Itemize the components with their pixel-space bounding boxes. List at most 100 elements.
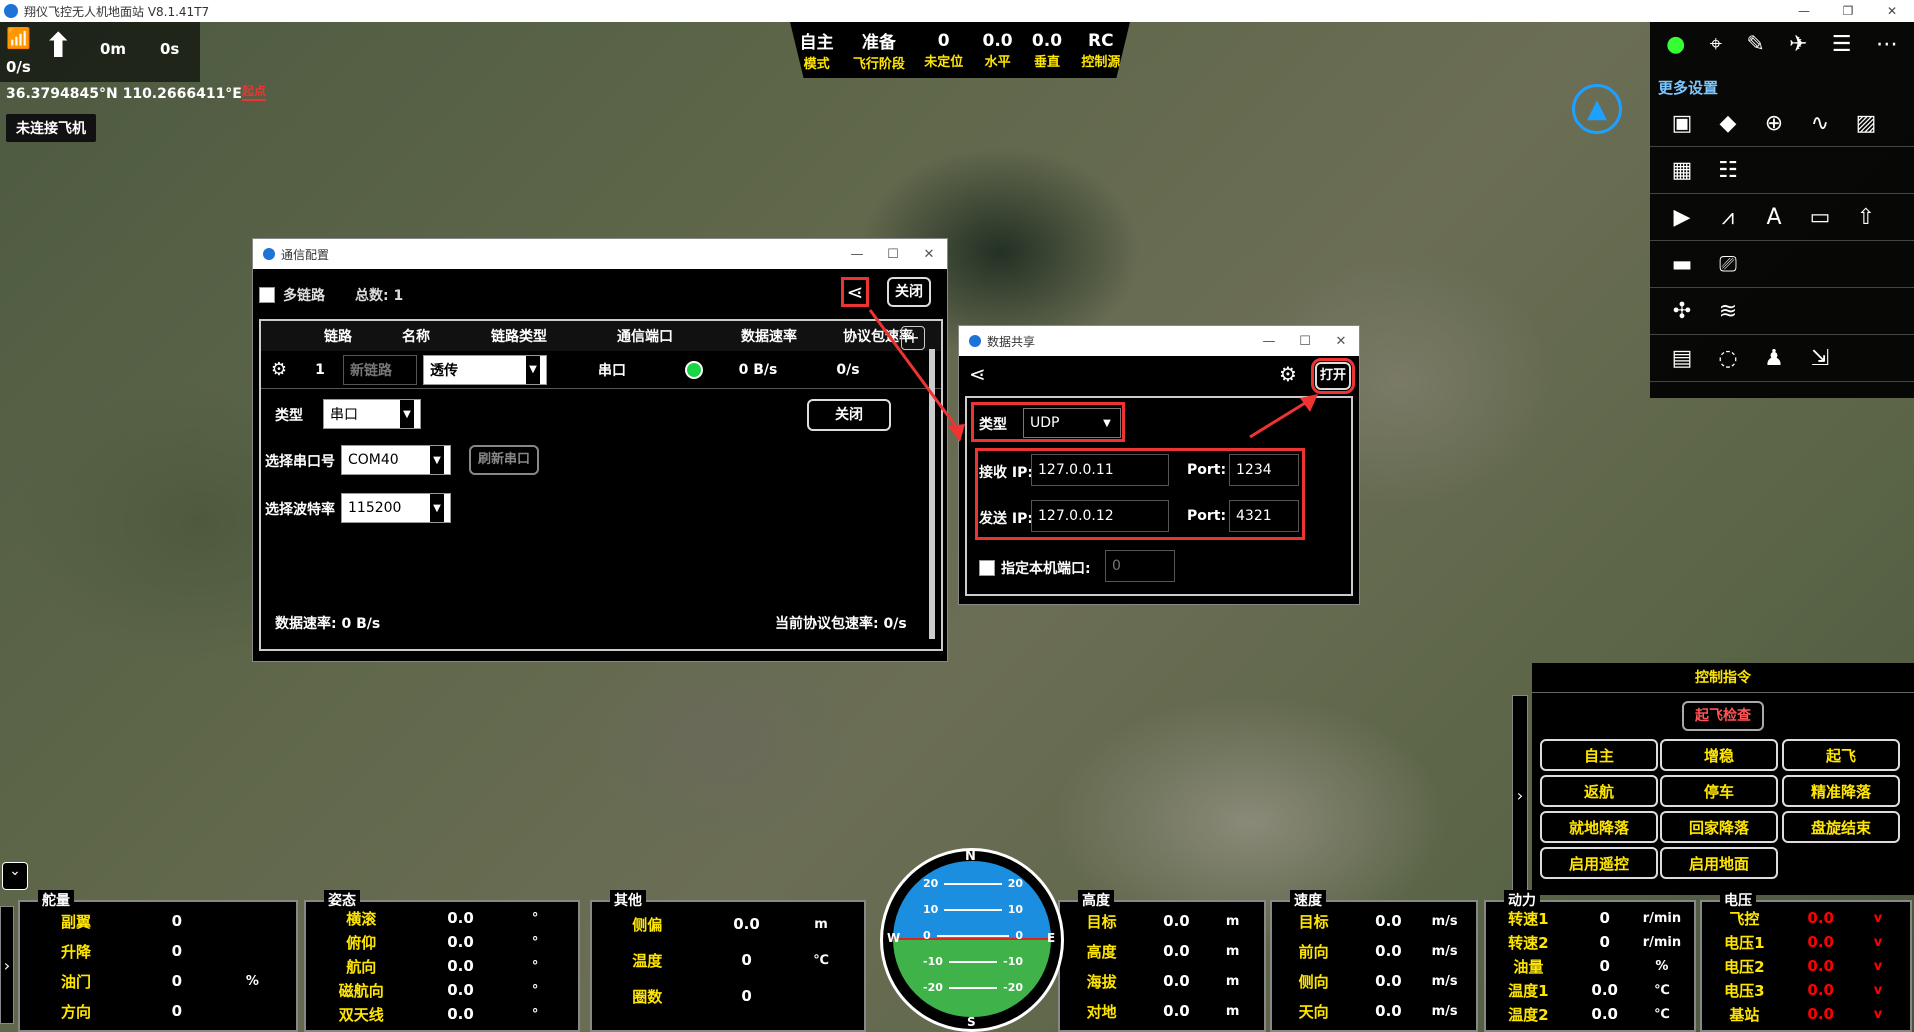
control-button[interactable]: 停车 xyxy=(1660,775,1778,807)
window-logo-icon xyxy=(263,248,275,260)
add-link-button[interactable]: + xyxy=(901,326,925,350)
panel-row: 侧偏 0.0 m xyxy=(592,906,864,942)
share-settings-icon[interactable]: ⚙ xyxy=(1279,362,1297,386)
multi-link-checkbox[interactable] xyxy=(259,287,275,303)
control-button[interactable]: 起飞 xyxy=(1782,739,1900,771)
upload-icon[interactable]: ⇧ xyxy=(1846,200,1886,234)
pitch-tick-label: 20 xyxy=(923,877,939,890)
chat-icon[interactable]: ◌ xyxy=(1708,341,1748,375)
control-button[interactable]: 自主 xyxy=(1540,739,1658,771)
row-key: 侧向 xyxy=(1298,972,1329,991)
row-unit: % xyxy=(245,973,259,989)
column-header: 数据速率 xyxy=(741,329,797,345)
local-port-checkbox[interactable] xyxy=(979,560,995,576)
list-icon[interactable]: ☷ xyxy=(1708,153,1748,187)
close-button[interactable]: ✕ xyxy=(1870,4,1914,18)
preflight-check-button[interactable]: 起飞检查 xyxy=(1682,701,1764,731)
chart-icon[interactable]: ⩘ xyxy=(1708,200,1748,234)
link-port: 串口 xyxy=(598,362,626,379)
link-settings-icon[interactable]: ⚙ xyxy=(261,359,297,380)
waveform-icon[interactable]: ∿ xyxy=(1800,106,1840,140)
more-settings-label[interactable]: 更多设置 xyxy=(1658,77,1718,98)
row-key: 航向 xyxy=(346,957,377,976)
crosshair-icon[interactable]: ⊕ xyxy=(1754,106,1794,140)
control-panel-toggle[interactable]: › xyxy=(1512,695,1528,895)
baud-select[interactable]: 115200 ▼ xyxy=(341,493,451,523)
multi-link-label: 多链路 xyxy=(283,288,325,304)
battery-icon[interactable]: ▬ xyxy=(1662,247,1702,281)
terminal-icon[interactable]: ⎚ xyxy=(1708,247,1748,281)
camera-icon[interactable]: ▣ xyxy=(1662,106,1702,140)
share-maximize-button[interactable]: ☐ xyxy=(1287,334,1323,349)
type-select[interactable]: 串口 ▼ xyxy=(323,399,421,429)
table-row[interactable]: ⚙ 1 新链路 透传 ▼ 串口 0 B/s 0/s xyxy=(261,351,941,389)
speed-readout: 0/s xyxy=(6,58,31,76)
share-button[interactable]: ⋖ xyxy=(841,277,869,307)
serial-port-select[interactable]: COM40 ▼ xyxy=(341,445,451,475)
row-value: 0.0 xyxy=(1163,942,1190,960)
more-icon[interactable]: ⋯ xyxy=(1876,32,1898,57)
drone-icon[interactable]: ✣ xyxy=(1662,294,1702,328)
comm-maximize-button[interactable]: ☐ xyxy=(875,247,911,262)
compass-icon[interactable]: ▲ xyxy=(1572,84,1622,134)
export-icon[interactable]: ⇲ xyxy=(1800,341,1840,375)
share-minimize-button[interactable]: — xyxy=(1251,334,1287,349)
share-close-x-button[interactable]: ✕ xyxy=(1323,334,1359,349)
row-value: 0.0 xyxy=(447,957,474,975)
monitor-icon[interactable]: ▭ xyxy=(1800,200,1840,234)
drone-map-icon[interactable]: ● xyxy=(1666,32,1685,57)
maximize-button[interactable]: ❐ xyxy=(1826,4,1870,18)
row-unit: v xyxy=(1873,982,1883,998)
gps-coordinates: 36.3794845°N 110.2666411°E xyxy=(6,86,242,102)
share-open-button[interactable]: 打开 xyxy=(1311,358,1355,394)
link-index: 1 xyxy=(315,361,325,378)
link-name-input[interactable]: 新链路 xyxy=(343,354,417,385)
row-value: 0.0 xyxy=(1807,1005,1834,1023)
control-button[interactable]: 精准降落 xyxy=(1782,775,1900,807)
control-button[interactable]: 增稳 xyxy=(1660,739,1778,771)
diamond-icon[interactable]: ◆ xyxy=(1708,106,1748,140)
scrollbar[interactable] xyxy=(929,349,935,639)
person-icon[interactable]: ♟ xyxy=(1754,341,1794,375)
plane-icon[interactable]: ✈ xyxy=(1789,32,1807,57)
comm-close-x-button[interactable]: ✕ xyxy=(911,247,947,262)
bottom-left-toggle[interactable]: › xyxy=(0,906,14,1024)
comm-minimize-button[interactable]: — xyxy=(839,247,875,262)
panel-row: 航向 0.0 ° xyxy=(306,954,578,978)
column-header: 名称 xyxy=(402,329,430,345)
play-icon[interactable]: ▶ xyxy=(1662,200,1702,234)
control-button[interactable]: 回家降落 xyxy=(1660,811,1778,843)
font-icon[interactable]: A xyxy=(1754,200,1794,234)
fc-icon[interactable]: ▨ xyxy=(1846,106,1886,140)
row-value: 0 xyxy=(1599,933,1610,951)
bottom-collapse-button[interactable]: ⌄ xyxy=(2,862,28,890)
row-unit: ° xyxy=(531,1006,539,1022)
data-rate-summary: 数据速率: 0 B/s xyxy=(275,616,381,632)
control-button[interactable]: 就地降落 xyxy=(1540,811,1658,843)
link-type-select[interactable]: 透传 ▼ xyxy=(423,354,547,385)
control-button[interactable]: 盘旋结束 xyxy=(1782,811,1900,843)
panel-row: 磁航向 0.0 ° xyxy=(306,978,578,1002)
window-icon[interactable]: ▤ xyxy=(1662,341,1702,375)
table-icon[interactable]: ▦ xyxy=(1662,153,1702,187)
control-button[interactable]: 启用地面 xyxy=(1660,847,1778,879)
control-button[interactable]: 启用遥控 xyxy=(1540,847,1658,879)
control-button[interactable]: 返航 xyxy=(1540,775,1658,807)
settings-slider-icon[interactable]: ☰ xyxy=(1832,32,1852,57)
comm-close-button[interactable]: 关闭 xyxy=(887,277,931,307)
home-marker[interactable]: 起点 xyxy=(242,82,267,101)
wireless-icon[interactable]: ≋ xyxy=(1708,294,1748,328)
local-port-input[interactable]: 0 xyxy=(1105,550,1175,582)
hud-top-left: 📶 0/s ⬆ 0m 0s xyxy=(0,22,200,82)
detail-close-button[interactable]: 关闭 xyxy=(807,399,891,431)
status-label: 垂直 xyxy=(1033,54,1060,70)
pen-icon[interactable]: ✎ xyxy=(1746,32,1764,57)
panel-title: 姿态 xyxy=(324,890,360,910)
panel-row: 副翼 0 xyxy=(20,906,296,936)
minimize-button[interactable]: — xyxy=(1782,4,1826,18)
flight-status-bar: 自主 模式 准备 飞行阶段 0 未定位 0.0 水平 0.0 垂直 RC 控制源 xyxy=(790,22,1130,78)
row-value: 0.0 xyxy=(1163,1002,1190,1020)
map-pin-icon[interactable]: ⌖ xyxy=(1710,32,1722,57)
refresh-serial-button[interactable]: 刷新串口 xyxy=(469,445,539,475)
connection-status-button[interactable]: 未连接飞机 xyxy=(6,114,96,142)
